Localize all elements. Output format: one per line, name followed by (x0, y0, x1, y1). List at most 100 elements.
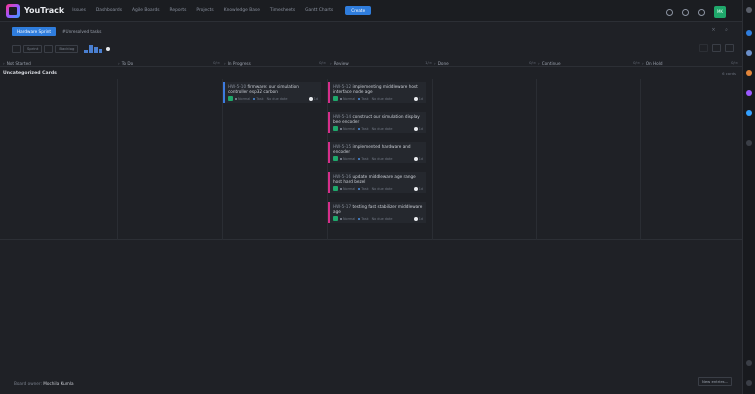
swimlane-header[interactable]: Uncategorized Cards 6 cards (0, 70, 742, 78)
card-type[interactable]: Task (256, 97, 263, 101)
card-estimate[interactable]: 1d (413, 96, 423, 101)
issue-card[interactable]: HW-5-16 update middleware age range host… (328, 172, 426, 194)
card-estimate[interactable]: 1d (413, 186, 423, 191)
column-header-on-hold[interactable]: › On Hold 0/∞ (642, 60, 738, 66)
rail-app-icon[interactable] (746, 90, 752, 96)
issue-card[interactable]: HW-5-17 testing fast stabilizer middlewa… (328, 202, 426, 224)
card-title[interactable]: HW-5-15 implemented hardware and encoder (333, 144, 423, 154)
rail-search-icon[interactable] (746, 7, 752, 13)
card-state[interactable]: Normal (238, 97, 250, 101)
card-state[interactable]: Normal (343, 157, 355, 161)
nav-dashboards[interactable]: Dashboards (96, 8, 122, 13)
card-type[interactable]: Task (361, 97, 368, 101)
card-estimate[interactable]: 1d (308, 96, 318, 101)
nav-gantt-charts[interactable]: Gantt Charts (305, 8, 333, 13)
collapse-column-icon[interactable]: › (538, 61, 540, 66)
column-header-to-do[interactable]: › To Do 0/∞ (118, 60, 220, 66)
card-due-date[interactable]: No due date (267, 97, 288, 101)
board-toolbar: Sprint Backlog (12, 44, 736, 54)
collapse-column-icon[interactable]: › (3, 61, 5, 66)
card-due-date[interactable]: No due date (372, 157, 393, 161)
nav-knowledge-base[interactable]: Knowledge Base (224, 8, 260, 13)
card-fields: Normal Task No due date 1d (333, 156, 423, 162)
column-count: 0/∞ (319, 60, 326, 65)
issue-card[interactable]: HW-5-14 construct our simulation display… (328, 112, 426, 134)
column-divider (536, 79, 537, 240)
nav-issues[interactable]: Issues (72, 8, 86, 13)
board-settings-button[interactable] (725, 44, 734, 52)
notifications-icon[interactable] (666, 8, 673, 16)
collapse-column-icon[interactable]: › (434, 61, 436, 66)
burndown-chart-icon[interactable] (84, 45, 103, 53)
card-state[interactable]: Normal (343, 187, 355, 191)
assignee-avatar[interactable] (228, 96, 233, 102)
assignee-avatar[interactable] (333, 156, 338, 162)
toolbar-filter-button[interactable] (44, 45, 54, 53)
state-dot-icon (340, 157, 342, 160)
column-header-done[interactable]: › Done 0/∞ (434, 60, 536, 66)
card-estimate[interactable]: 1d (413, 126, 423, 131)
card-title[interactable]: HW-5-12 implementing middleware host int… (333, 84, 423, 94)
card-due-date[interactable]: No due date (372, 217, 393, 221)
card-type[interactable]: Task (361, 217, 368, 221)
assignee-avatar[interactable] (333, 96, 338, 102)
zoom-button[interactable] (699, 44, 708, 52)
toolbar-collapse-button[interactable] (12, 45, 21, 53)
card-title[interactable]: HW-5-14 construct our simulation display… (333, 114, 423, 124)
rail-app-icon[interactable] (746, 110, 752, 116)
column-header-review[interactable]: › Review 1/∞ (330, 60, 432, 66)
board-query[interactable]: #Unresolved tasks (62, 29, 101, 34)
board-owner-name[interactable]: Mochila Kumla (43, 381, 73, 386)
nav-projects[interactable]: Projects (196, 8, 213, 13)
column-header-continue[interactable]: › Continue 0/∞ (538, 60, 640, 66)
assignee-avatar[interactable] (333, 216, 338, 222)
rail-app-icon[interactable] (746, 70, 752, 76)
rail-collapse-icon[interactable] (746, 360, 752, 366)
view-settings-button[interactable] (712, 44, 721, 52)
column-header-not-started[interactable]: › Not Started (3, 60, 117, 66)
nav-timesheets[interactable]: Timesheets (270, 8, 295, 13)
board-select-button[interactable]: Hardware Sprint (12, 26, 57, 36)
rail-app-icon[interactable] (746, 50, 752, 56)
issue-card[interactable]: HW-5-12 implementing middleware host int… (328, 82, 426, 104)
youtrack-logo-icon[interactable] (6, 3, 20, 18)
assignee-avatar[interactable] (333, 126, 338, 132)
collapse-column-icon[interactable]: › (642, 61, 644, 66)
nav-reports[interactable]: Reports (170, 8, 187, 13)
card-due-date[interactable]: No due date (372, 127, 393, 131)
card-estimate[interactable]: 1d (413, 216, 423, 221)
card-type[interactable]: Task (361, 187, 368, 191)
help-icon[interactable] (682, 8, 689, 16)
card-estimate[interactable]: 1d (413, 156, 423, 161)
card-title[interactable]: HW-5-10 firmware: our simulation control… (228, 84, 318, 94)
assignee-avatar[interactable] (333, 186, 338, 192)
column-header-in-progress[interactable]: › In Progress 0/∞ (224, 60, 326, 66)
card-state[interactable]: Normal (343, 127, 355, 131)
card-due-date[interactable]: No due date (372, 97, 393, 101)
collapse-column-icon[interactable]: › (118, 61, 120, 66)
app-name[interactable]: YouTrack (24, 6, 64, 15)
card-type[interactable]: Task (361, 127, 368, 131)
board-query-actions[interactable]: × ⌕ (711, 27, 732, 33)
new-entries-button[interactable]: New entries... (698, 377, 733, 386)
card-state[interactable]: Normal (343, 217, 355, 221)
nav-agile-boards[interactable]: Agile Boards (132, 8, 160, 13)
collapse-column-icon[interactable]: › (224, 61, 226, 66)
settings-icon[interactable] (698, 8, 705, 16)
issue-card[interactable]: HW-5-15 implemented hardware and encoder… (328, 142, 426, 164)
issue-card[interactable]: HW-5-10 firmware: our simulation control… (223, 82, 321, 104)
card-type[interactable]: Task (361, 157, 368, 161)
right-sidebar (742, 0, 755, 394)
card-state[interactable]: Normal (343, 97, 355, 101)
collapse-column-icon[interactable]: › (330, 61, 332, 66)
rail-add-icon[interactable] (746, 140, 752, 146)
card-due-date[interactable]: No due date (372, 187, 393, 191)
card-title[interactable]: HW-5-16 update middleware age range host… (333, 174, 423, 184)
card-title[interactable]: HW-5-17 testing fast stabilizer middlewa… (333, 204, 423, 214)
sprint-select[interactable]: Sprint (23, 45, 43, 53)
rail-app-icon[interactable] (746, 30, 752, 36)
create-button[interactable]: Create (345, 6, 372, 15)
avatar[interactable]: MK (714, 6, 726, 18)
backlog-button[interactable]: Backlog (55, 45, 79, 53)
rail-help-icon[interactable] (746, 380, 752, 386)
